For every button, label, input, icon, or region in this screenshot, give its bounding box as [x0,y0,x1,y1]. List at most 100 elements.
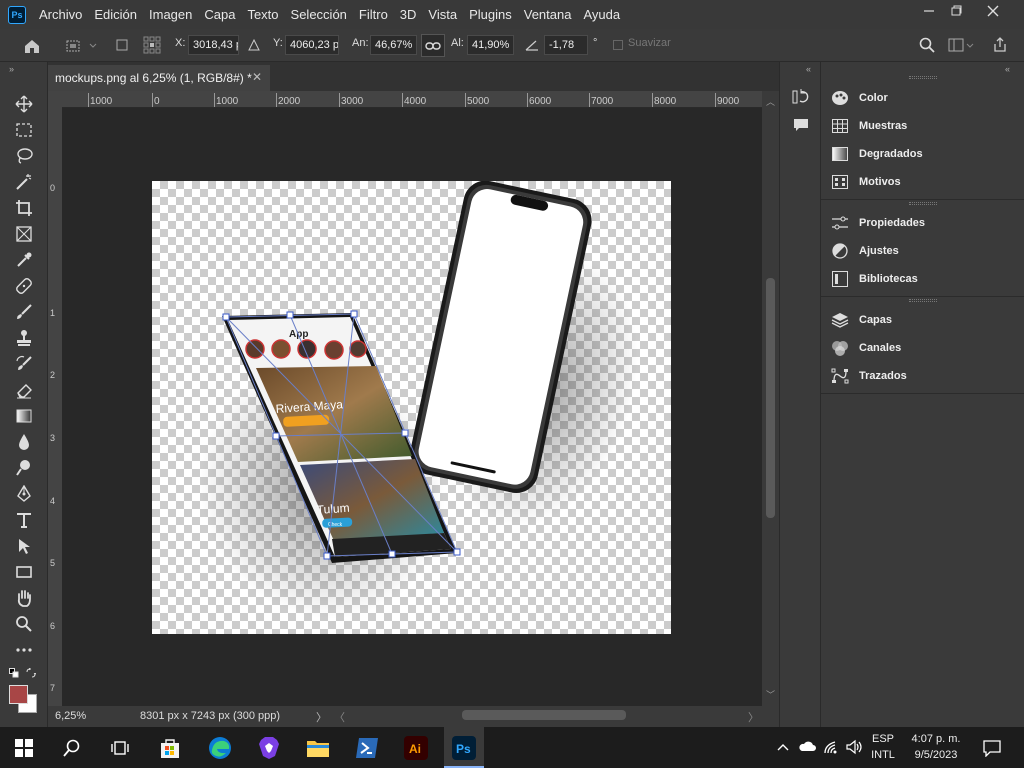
vertical-scroll-thumb[interactable] [766,278,775,518]
rotate-angle-field[interactable]: -1,78 [544,35,588,55]
menu-seleccion[interactable]: Selección [285,7,353,22]
search-button[interactable] [917,35,937,55]
maximize-button[interactable] [938,0,974,22]
menu-imagen[interactable]: Imagen [143,7,198,22]
notifications-button[interactable] [983,739,1001,760]
eyedropper-tool[interactable] [13,249,35,271]
close-tab-icon[interactable]: ✕ [252,70,262,84]
width-field[interactable]: 46,67% [370,35,417,55]
taskbar-powershell[interactable] [354,735,380,761]
clone-stamp-tool[interactable] [13,327,35,349]
scroll-right-icon[interactable]: 〉 [748,709,759,725]
gradient-tool[interactable] [13,405,35,427]
crop-tool[interactable] [13,197,35,219]
menu-ventana[interactable]: Ventana [518,7,578,22]
menu-capa[interactable]: Capa [198,7,241,22]
panel-layers[interactable]: Capas [831,309,892,331]
scroll-left-icon[interactable]: 〈 [334,709,345,725]
panel-libraries[interactable]: Bibliotecas [831,268,918,290]
brush-tool[interactable] [13,301,35,323]
canvas-workspace[interactable]: App Rivera Maya Tulum Check [62,108,762,706]
x-position-field[interactable]: 3018,43 px [188,35,239,55]
edit-toolbar-button[interactable] [13,639,35,661]
height-field[interactable]: 41,90% [467,35,514,55]
start-button[interactable] [11,735,37,761]
panel-gradients[interactable]: Degradados [831,143,923,165]
menu-filtro[interactable]: Filtro [353,7,394,22]
close-button[interactable] [975,0,1011,22]
reference-point-toggle[interactable] [115,38,129,52]
status-menu-arrow-icon[interactable]: 〉 [316,709,327,725]
workspace-switcher[interactable] [947,35,975,55]
path-selection-tool[interactable] [13,535,35,557]
menu-texto[interactable]: Texto [241,7,284,22]
ruler-origin[interactable] [48,91,62,108]
smooth-checkbox[interactable] [613,40,623,50]
share-button[interactable] [990,35,1010,55]
taskbar-illustrator[interactable]: Ai [403,735,429,761]
foreground-color-swatch[interactable] [9,685,28,704]
scroll-up-icon[interactable]: ︿ [766,95,775,108]
panel-patterns[interactable]: Motivos [831,171,901,193]
reference-point-locator[interactable] [142,35,162,55]
pen-tool[interactable] [13,483,35,505]
panel-swatches[interactable]: Muestras [831,115,907,137]
blur-tool[interactable] [13,431,35,453]
collapse-toolbar-icon[interactable]: » [9,64,14,74]
type-tool[interactable] [13,509,35,531]
collapse-panels-icon[interactable]: « [1005,64,1010,74]
panel-group-grip[interactable] [909,202,937,205]
taskbar-edge[interactable] [207,735,233,761]
healing-brush-tool[interactable] [13,275,35,297]
menu-plugins[interactable]: Plugins [463,7,518,22]
taskbar-brave[interactable] [256,735,282,761]
panel-color[interactable]: Color [831,87,888,109]
dodge-tool[interactable] [13,457,35,479]
zoom-level[interactable]: 6,25% [55,710,86,722]
taskbar-store[interactable] [157,735,183,761]
taskbar-photoshop[interactable]: Ps [451,735,477,761]
swap-colors-button[interactable] [26,667,37,678]
relative-position-toggle[interactable] [247,38,261,52]
frame-tool[interactable] [13,223,35,245]
document-tab[interactable]: mockups.png al 6,25% (1, RGB/8#) * ✕ [48,65,270,91]
hand-tool[interactable] [13,587,35,609]
show-hidden-icons-button[interactable] [777,741,789,755]
menu-archivo[interactable]: Archivo [33,7,88,22]
document-canvas[interactable]: App Rivera Maya Tulum Check [152,180,671,634]
home-button[interactable] [20,35,44,57]
menu-edicion[interactable]: Edición [88,7,143,22]
volume-button[interactable] [846,739,864,758]
onedrive-button[interactable] [798,740,816,755]
history-panel-button[interactable] [792,88,810,109]
panel-paths[interactable]: Trazados [831,365,907,387]
vertical-scrollbar[interactable]: ︿ ﹀ [762,91,779,706]
comments-panel-button[interactable] [792,116,810,137]
magic-wand-tool[interactable] [13,171,35,193]
panel-group-grip[interactable] [909,76,937,79]
document-size-info[interactable]: 8301 px x 7243 px (300 ppp) [140,710,280,722]
panel-properties[interactable]: Propiedades [831,212,925,234]
taskbar-search-button[interactable] [59,735,85,761]
marquee-tool[interactable] [13,119,35,141]
y-position-field[interactable]: 4060,23 px [285,35,339,55]
clock[interactable]: 4:07 p. m. 9/5/2023 [905,733,967,761]
rectangle-tool[interactable] [13,561,35,583]
task-view-button[interactable] [107,735,133,761]
history-brush-tool[interactable] [13,353,35,375]
horizontal-scroll-thumb[interactable] [462,710,626,720]
tool-preset-picker[interactable] [62,36,100,56]
expand-panels-icon[interactable]: « [806,64,811,74]
maintain-aspect-ratio-button[interactable] [421,34,445,57]
scroll-down-icon[interactable]: ﹀ [766,688,775,701]
move-tool[interactable] [13,93,35,115]
default-colors-button[interactable] [9,667,19,678]
menu-ayuda[interactable]: Ayuda [577,7,626,22]
zoom-tool[interactable] [13,613,35,635]
panel-channels[interactable]: Canales [831,337,901,359]
panel-group-grip[interactable] [909,299,937,302]
input-language[interactable]: ESP INTL [868,733,898,761]
panel-adjustments[interactable]: Ajustes [831,240,899,262]
lasso-tool[interactable] [13,145,35,167]
eraser-tool[interactable] [13,379,35,401]
